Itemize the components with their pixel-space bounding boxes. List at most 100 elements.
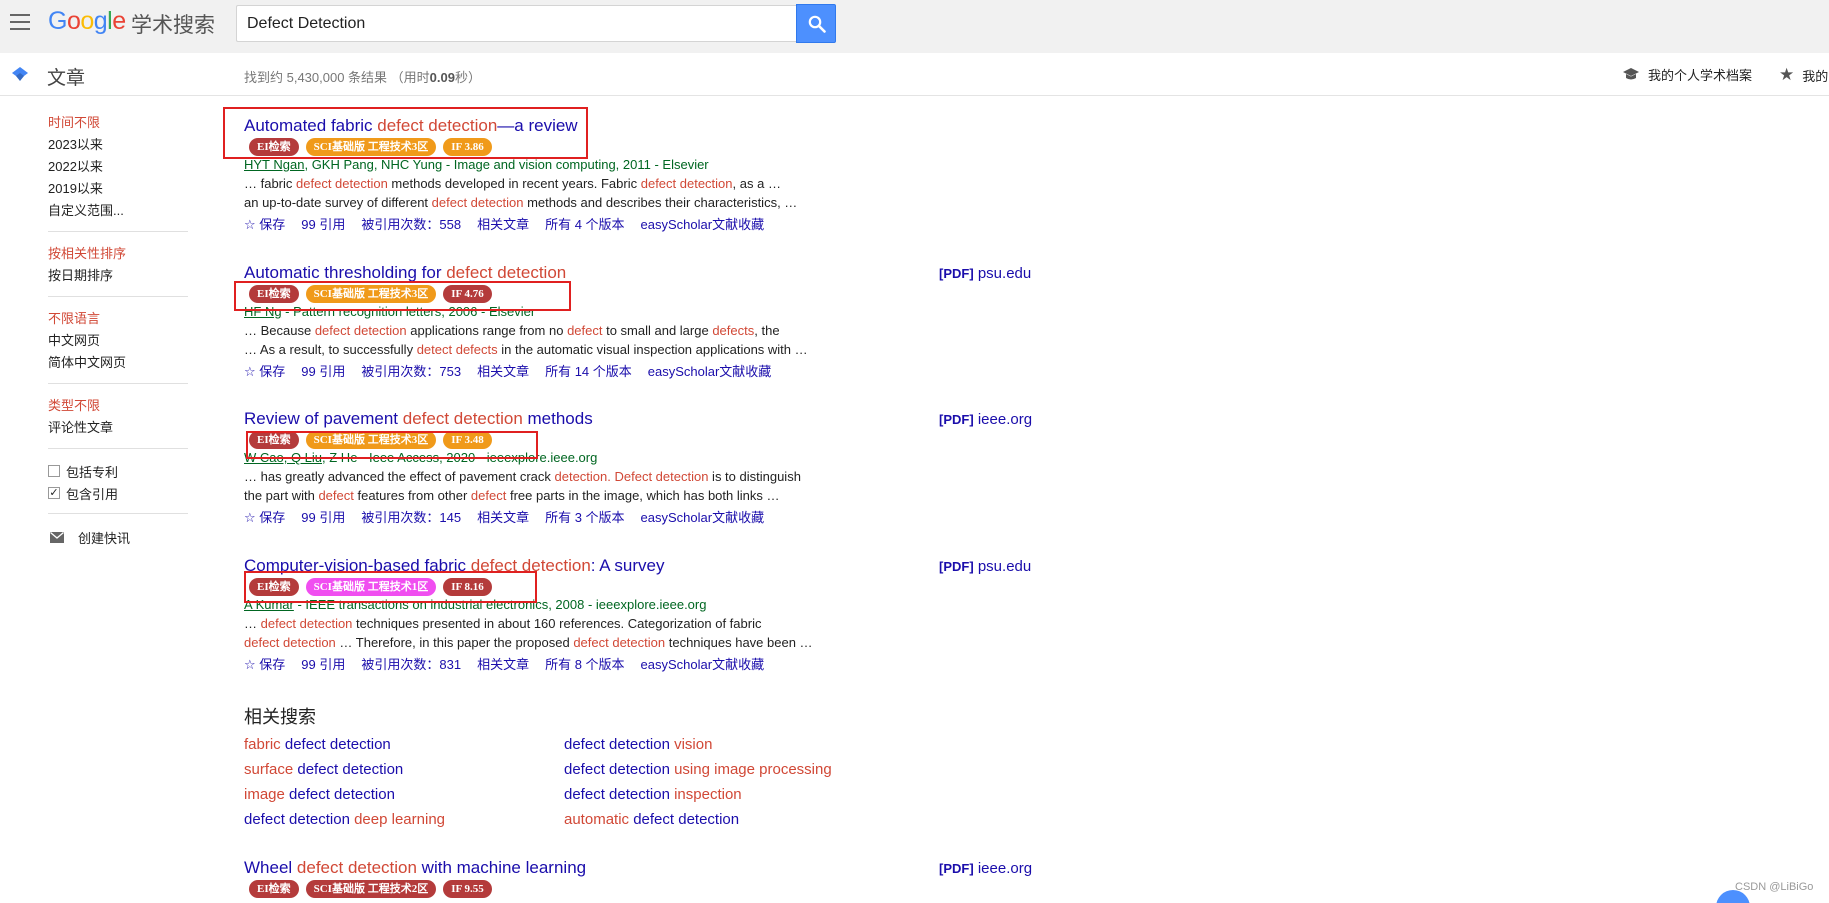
snippet-text: methods developed in recent years. Fabri… bbox=[387, 176, 641, 191]
related-searches-heading: 相关搜索 bbox=[244, 707, 316, 727]
related-search-link[interactable]: defect detection vision bbox=[564, 735, 884, 754]
snippet-highlight: defects bbox=[712, 323, 755, 338]
pdf-tag: [PDF] bbox=[939, 861, 974, 876]
related-search-link[interactable]: defect detection inspection bbox=[564, 785, 884, 804]
citations-label: 包含引用 bbox=[66, 486, 119, 502]
save-button[interactable]: ☆ 保存 bbox=[244, 654, 285, 673]
related-base: defect detection bbox=[564, 786, 670, 803]
related-search-link[interactable]: surface defect detection bbox=[244, 760, 564, 779]
pdf-link[interactable]: [PDF] ieee.org bbox=[939, 411, 1032, 428]
my-library-label: 我的 bbox=[1802, 68, 1829, 84]
easyscholar-save-link[interactable]: easyScholar文献收藏 bbox=[648, 361, 772, 380]
all-versions-link[interactable]: 所有 4 个版本 bbox=[545, 214, 624, 233]
related-search-link[interactable]: defect detection deep learning bbox=[244, 810, 564, 829]
cite-button[interactable]: 99 引用 bbox=[301, 654, 345, 673]
author-link[interactable]: HYT Ngan bbox=[244, 157, 304, 172]
related-base: defect detection bbox=[633, 811, 740, 828]
snippet-highlight: defect bbox=[470, 488, 507, 503]
my-library-link[interactable]: ★ 我的 bbox=[1779, 65, 1828, 85]
all-versions-link[interactable]: 所有 3 个版本 bbox=[545, 507, 624, 526]
cited-by-link[interactable]: 被引用次数：558 bbox=[361, 214, 461, 233]
filter-custom-range[interactable]: 自定义范围... bbox=[48, 200, 188, 222]
easyscholar-save-link[interactable]: easyScholar文献收藏 bbox=[641, 654, 765, 673]
google-logo[interactable]: Google bbox=[48, 7, 126, 36]
result-title-link[interactable]: Review of pavement defect detection meth… bbox=[244, 408, 1024, 430]
search-button[interactable] bbox=[796, 4, 836, 43]
include-citations-option[interactable]: ✓ 包含引用 bbox=[48, 482, 188, 504]
related-search-link[interactable]: defect detection using image processing bbox=[564, 760, 884, 779]
divider bbox=[48, 383, 188, 384]
result-snippet: … fabric defect detection methods develo… bbox=[244, 174, 1024, 193]
filter-since-2022[interactable]: 2022以来 bbox=[48, 156, 188, 178]
cite-button[interactable]: 99 引用 bbox=[301, 507, 345, 526]
title-text: methods bbox=[522, 409, 593, 428]
related-search-link[interactable]: image defect detection bbox=[244, 785, 564, 804]
my-profile-link[interactable]: 我的个人学术档案 bbox=[1622, 65, 1752, 84]
stats-prefix: 找到约 5,430,000 条结果 （用时 bbox=[244, 70, 430, 85]
patents-checkbox[interactable] bbox=[48, 465, 60, 477]
filter-since-2019[interactable]: 2019以来 bbox=[48, 178, 188, 200]
filter-simplified-chinese[interactable]: 简体中文网页 bbox=[48, 352, 188, 374]
hamburger-menu-icon[interactable] bbox=[10, 14, 30, 30]
snippet-text: techniques presented in about 160 refere… bbox=[352, 616, 762, 631]
sort-by-date[interactable]: 按日期排序 bbox=[48, 265, 188, 287]
all-versions-link[interactable]: 所有 14 个版本 bbox=[545, 361, 632, 380]
include-patents-option[interactable]: 包括专利 bbox=[48, 460, 188, 482]
cited-by-link[interactable]: 被引用次数：753 bbox=[361, 361, 461, 380]
related-articles-link[interactable]: 相关文章 bbox=[477, 654, 529, 673]
save-button[interactable]: ☆ 保存 bbox=[244, 214, 285, 233]
filter-any-language[interactable]: 不限语言 bbox=[48, 308, 188, 330]
snippet-highlight: defect detection bbox=[244, 635, 336, 650]
snippet-text: the part with bbox=[244, 488, 319, 503]
easyscholar-save-link[interactable]: easyScholar文献收藏 bbox=[641, 507, 765, 526]
title-highlight: defect detection bbox=[402, 409, 523, 428]
cite-button[interactable]: 99 引用 bbox=[301, 214, 345, 233]
snippet-text: … has greatly advanced the effect of pav… bbox=[244, 469, 555, 484]
snippet-highlight: defect detection bbox=[431, 195, 524, 210]
ei-badge: EI检索 bbox=[249, 880, 299, 898]
cited-by-link[interactable]: 被引用次数：831 bbox=[361, 654, 461, 673]
filter-any-time[interactable]: 时间不限 bbox=[48, 112, 188, 134]
snippet-text: … As a result, to successfully bbox=[244, 342, 417, 357]
related-search-link[interactable]: fabric defect detection bbox=[244, 735, 564, 754]
pdf-link[interactable]: [PDF] psu.edu bbox=[939, 558, 1031, 575]
filter-any-type[interactable]: 类型不限 bbox=[48, 395, 188, 417]
snippet-text: an up-to-date survey of different bbox=[244, 195, 432, 210]
title-highlight: defect detection bbox=[446, 263, 567, 282]
easyscholar-save-link[interactable]: easyScholar文献收藏 bbox=[641, 214, 765, 233]
citations-checkbox[interactable]: ✓ bbox=[48, 487, 60, 499]
all-versions-link[interactable]: 所有 8 个版本 bbox=[545, 654, 624, 673]
search-input[interactable] bbox=[237, 6, 796, 41]
result-title-link[interactable]: Wheel defect detection with machine lear… bbox=[244, 857, 1024, 879]
related-articles-link[interactable]: 相关文章 bbox=[477, 214, 529, 233]
related-articles-link[interactable]: 相关文章 bbox=[477, 361, 529, 380]
save-button[interactable]: ☆ 保存 bbox=[244, 507, 285, 526]
result-snippet: defect detection … Therefore, in this pa… bbox=[244, 633, 1024, 652]
snippet-text: … fabric bbox=[244, 176, 297, 191]
pdf-site: psu.edu bbox=[977, 558, 1032, 575]
star-icon: ★ bbox=[1779, 65, 1795, 84]
snippet-highlight: defect bbox=[318, 488, 354, 503]
pdf-link[interactable]: [PDF] psu.edu bbox=[939, 265, 1031, 282]
publication-info: , GKH Pang, NHC Yung - Image and vision … bbox=[304, 157, 709, 172]
search-icon bbox=[808, 15, 826, 33]
pdf-link[interactable]: [PDF] ieee.org bbox=[939, 860, 1032, 877]
filter-review-articles[interactable]: 评论性文章 bbox=[48, 417, 188, 439]
filter-since-2023[interactable]: 2023以来 bbox=[48, 134, 188, 156]
pdf-tag: [PDF] bbox=[939, 412, 974, 427]
filter-chinese-pages[interactable]: 中文网页 bbox=[48, 330, 188, 352]
snippet-text: methods and describes their characterist… bbox=[523, 195, 798, 210]
related-search-link[interactable]: automatic defect detection bbox=[564, 810, 884, 829]
cite-button[interactable]: 99 引用 bbox=[301, 361, 345, 380]
sort-by-relevance[interactable]: 按相关性排序 bbox=[48, 243, 188, 265]
sub-header: 文章 找到约 5,430,000 条结果 （用时0.09秒） 我的个人学术档案 … bbox=[0, 53, 1829, 96]
related-extra: image bbox=[244, 786, 290, 803]
save-button[interactable]: ☆ 保存 bbox=[244, 361, 285, 380]
cited-by-link[interactable]: 被引用次数：145 bbox=[361, 507, 461, 526]
create-alert-link[interactable]: 创建快讯 bbox=[48, 525, 188, 549]
related-searches: fabric defect detection defect detection… bbox=[244, 735, 944, 829]
related-articles-link[interactable]: 相关文章 bbox=[477, 507, 529, 526]
pdf-tag: [PDF] bbox=[939, 266, 974, 281]
result-snippet: … As a result, to successfully detect de… bbox=[244, 340, 1024, 359]
snippet-highlight: detect defects bbox=[416, 342, 498, 357]
